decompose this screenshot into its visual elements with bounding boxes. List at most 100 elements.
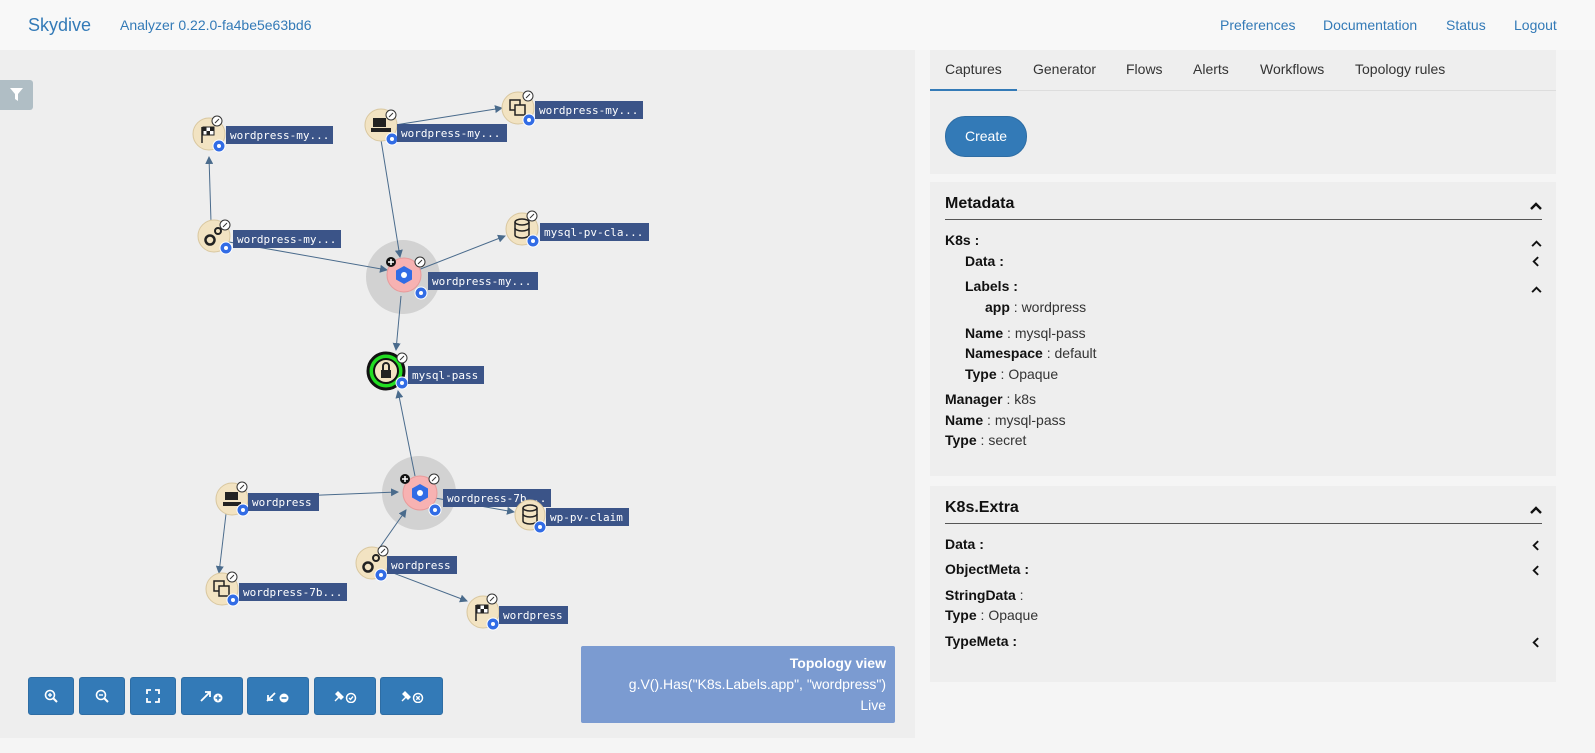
node-label: wordpress-my... <box>237 233 336 246</box>
kubernetes-icon <box>531 239 535 243</box>
tab-generator[interactable]: Generator <box>1033 61 1096 77</box>
kubernetes-icon <box>433 508 437 512</box>
node-label: wordpress <box>503 609 563 622</box>
nav-documentation[interactable]: Documentation <box>1323 17 1417 33</box>
node-label: wordpress <box>252 496 312 509</box>
nav-preferences[interactable]: Preferences <box>1220 17 1295 33</box>
tab-flows[interactable]: Flows <box>1126 61 1163 77</box>
node-label: wordpress-my... <box>401 127 500 140</box>
stringdata-row: StringData : <box>945 587 1024 603</box>
edge <box>380 139 403 258</box>
expand-all-button[interactable] <box>181 677 243 715</box>
chevron-up-icon[interactable] <box>1531 234 1542 252</box>
unpin-all-button[interactable] <box>380 677 443 715</box>
kubernetes-icon <box>231 598 235 602</box>
topology-canvas[interactable]: wordpress-my... wordpress-my... wordpres… <box>0 50 915 738</box>
topology-view-box[interactable]: Topology view g.V().Has("K8s.Labels.app"… <box>581 646 895 723</box>
node-wordpress-7b-replicaset[interactable]: wordpress-7b... <box>205 571 347 607</box>
node-wordpress-replicaset-top[interactable]: wordpress-my... <box>501 90 643 127</box>
collapse-icon <box>266 692 289 703</box>
collapse-metadata-icon[interactable] <box>1530 197 1542 215</box>
tab-workflows[interactable]: Workflows <box>1260 61 1324 77</box>
edge <box>205 156 214 223</box>
fit-icon <box>146 689 160 703</box>
topology-view-mode: Live <box>860 697 886 713</box>
node-mysql-pass-selected[interactable]: mysql-pass <box>366 351 484 391</box>
app-row: app : wordpress <box>985 299 1087 315</box>
zoom-in-button[interactable] <box>28 677 74 715</box>
node-label: wordpress-my... <box>432 275 531 288</box>
pin-all-button[interactable] <box>314 677 376 715</box>
kubernetes-icon <box>527 118 531 122</box>
kubernetes-icon <box>390 137 394 141</box>
node-label: wordpress-my... <box>539 104 638 117</box>
pin-check-icon <box>334 691 357 703</box>
topology-view-title: Topology view <box>789 655 886 671</box>
tab-alerts[interactable]: Alerts <box>1193 61 1229 77</box>
chevron-up-icon[interactable] <box>1531 280 1542 298</box>
name-row: Name : mysql-pass <box>945 412 1066 428</box>
chevron-left-icon[interactable] <box>1532 635 1539 653</box>
tabs-panel: Captures Generator Flows Alerts Workflow… <box>930 50 1556 174</box>
node-wordpress-ingress-top[interactable]: wordpress-my... <box>192 115 333 153</box>
metadata-panel: Metadata K8s : Data : Labels : app : wor… <box>930 182 1556 476</box>
kubernetes-icon <box>224 246 228 250</box>
chevron-left-icon[interactable] <box>1532 538 1539 556</box>
tab-topology-rules[interactable]: Topology rules <box>1355 61 1445 77</box>
type-row: Type : Opaque <box>945 607 1039 623</box>
typemeta-row[interactable]: TypeMeta : <box>945 633 1017 649</box>
collapse-all-button[interactable] <box>247 677 309 715</box>
kubernetes-icon <box>241 508 245 512</box>
kubernetes-icon <box>538 525 542 529</box>
node-label: mysql-pass <box>412 369 478 382</box>
name-row: Name : mysql-pass <box>965 325 1086 341</box>
type-row: Type : secret <box>945 432 1027 448</box>
version-label: Analyzer 0.22.0-fa4be5e63bd6 <box>120 17 312 33</box>
top-navbar: Skydive Analyzer 0.22.0-fa4be5e63bd6 Pre… <box>0 0 1595 50</box>
kubernetes-icon <box>217 144 221 148</box>
brand-link[interactable]: Skydive <box>28 15 91 36</box>
zoom-out-button[interactable] <box>79 677 125 715</box>
tabs-divider <box>930 90 1556 91</box>
chevron-left-icon[interactable] <box>1532 563 1539 581</box>
node-wp-pv-claim[interactable]: wp-pv-claim <box>514 499 629 534</box>
topology-graph[interactable]: wordpress-my... wordpress-my... wordpres… <box>0 50 915 738</box>
nav-status[interactable]: Status <box>1446 17 1486 33</box>
node-wordpress-ingress-bottom[interactable]: wordpress <box>466 593 568 631</box>
kubernetes-icon <box>400 381 404 385</box>
pin-remove-icon <box>401 691 423 703</box>
node-wordpress-deployment[interactable]: wordpress-my... <box>364 108 507 146</box>
metadata-title: Metadata <box>945 195 1015 212</box>
labels-row[interactable]: Labels : <box>965 278 1018 294</box>
node-label: wordpress <box>391 559 451 572</box>
active-tab-indicator <box>930 89 1017 91</box>
type-row: Type : Opaque <box>965 366 1059 382</box>
fit-button[interactable] <box>130 677 176 715</box>
collapse-k8s-extra-icon[interactable] <box>1530 501 1542 519</box>
kubernetes-icon <box>491 622 495 626</box>
k8s-row[interactable]: K8s : <box>945 232 979 248</box>
nav-logout[interactable]: Logout <box>1514 17 1557 33</box>
tab-captures[interactable]: Captures <box>945 61 1002 77</box>
kubernetes-icon <box>379 573 383 577</box>
node-wordpress-deployment-bottom[interactable]: wordpress <box>215 481 319 517</box>
expand-icon <box>200 691 223 703</box>
node-label: wordpress-7b... <box>243 586 342 599</box>
zoom-out-icon <box>95 689 109 703</box>
manager-row: Manager : k8s <box>945 391 1037 407</box>
kubernetes-icon <box>419 291 423 295</box>
edge <box>394 105 503 126</box>
node-mysql-pv-claim[interactable]: mysql-pv-cla... <box>505 210 649 248</box>
node-wordpress-service-bottom[interactable]: wordpress <box>355 545 457 582</box>
objectmeta-row[interactable]: ObjectMeta : <box>945 561 1029 577</box>
edge <box>215 513 227 574</box>
namespace-row: Namespace : default <box>965 345 1097 361</box>
node-label: mysql-pv-cla... <box>544 226 643 239</box>
create-capture-button[interactable]: Create <box>945 116 1027 157</box>
data-row[interactable]: Data : <box>945 536 984 552</box>
chevron-left-icon[interactable] <box>1532 254 1539 272</box>
k8s-extra-panel: K8s.Extra Data : ObjectMeta : StringData… <box>930 486 1556 682</box>
node-label: wordpress-my... <box>230 129 329 142</box>
metadata-divider <box>945 219 1542 220</box>
data-row[interactable]: Data : <box>965 253 1004 269</box>
